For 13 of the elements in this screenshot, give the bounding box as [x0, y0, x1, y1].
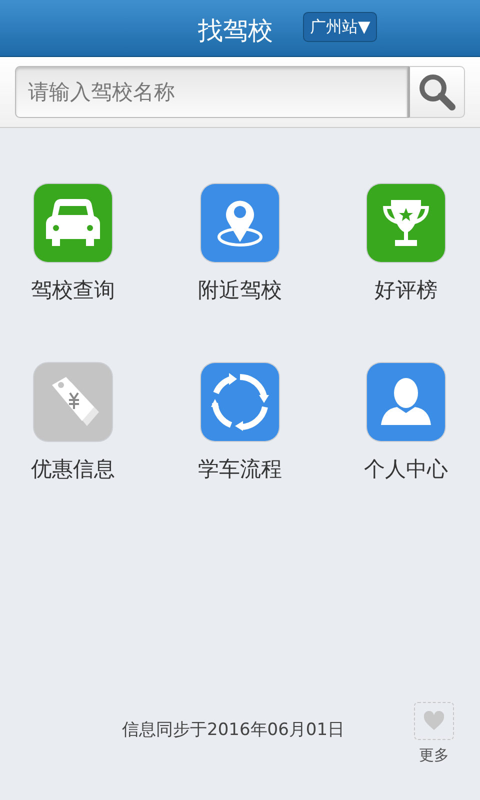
menu-tile[interactable]: 学车流程: [160, 363, 320, 483]
city-selector[interactable]: 广州站▼: [303, 12, 378, 42]
page-title: 找驾校: [198, 15, 273, 47]
heart-icon: [423, 711, 445, 731]
menu-tile[interactable]: 个人中心: [332, 363, 480, 483]
sync-date-text: 信息同步于2016年06月01日: [122, 719, 345, 742]
search-icon: [417, 72, 457, 112]
menu-tile[interactable]: 好评榜: [332, 184, 480, 304]
search-field[interactable]: 请输入驾校名称: [15, 66, 408, 118]
search-button[interactable]: [408, 66, 465, 118]
menu-tile[interactable]: 驾校查询: [0, 184, 160, 304]
menu-tile[interactable]: 优惠信息: [0, 363, 160, 483]
menu-tile[interactable]: 附近驾校: [160, 184, 320, 304]
